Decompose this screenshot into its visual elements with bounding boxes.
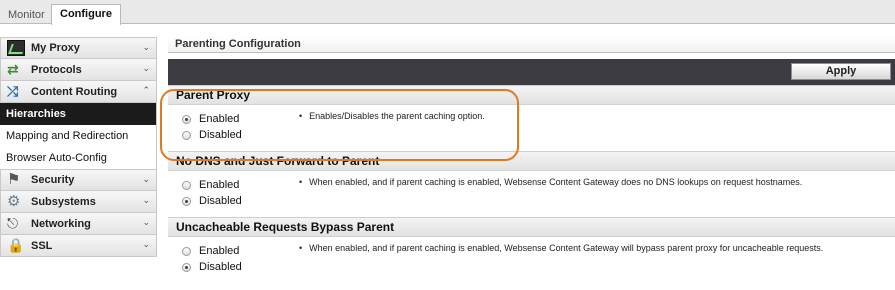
sidebar-item-hierarchies[interactable]: Hierarchies bbox=[0, 103, 157, 125]
routing-arrows-icon: ⤮ bbox=[7, 82, 19, 99]
main-content: Parenting Configuration Apply Parent Pro… bbox=[168, 37, 895, 290]
radio-label: Enabled bbox=[199, 245, 240, 257]
radio-button[interactable] bbox=[182, 180, 191, 190]
section-uncacheable-bypass: Enabled Disabled When enabled, and if pa… bbox=[168, 237, 895, 283]
section-no-dns: Enabled Disabled When enabled, and if pa… bbox=[168, 171, 895, 217]
sidebar-item-label: SSL bbox=[31, 239, 53, 252]
radio-button-selected[interactable] bbox=[182, 114, 191, 124]
section-heading-parent-proxy: Parent Proxy bbox=[168, 85, 895, 105]
sidebar-item-label: My Proxy bbox=[31, 42, 80, 54]
radio-button[interactable] bbox=[182, 246, 191, 256]
radio-label: Disabled bbox=[199, 261, 242, 273]
sidebar-item-ssl[interactable]: 🔒 SSL ⌄ bbox=[0, 235, 157, 257]
chevron-down-icon: ⌄ bbox=[142, 195, 150, 205]
radio-label: Disabled bbox=[199, 195, 242, 207]
sidebar-item-mapping-redirection[interactable]: Mapping and Redirection bbox=[0, 125, 157, 147]
apply-bar: Apply bbox=[168, 59, 895, 85]
chevron-down-icon: ⌄ bbox=[142, 63, 150, 73]
chevron-down-icon: ⌄ bbox=[142, 42, 150, 52]
radio-button-selected[interactable] bbox=[182, 196, 191, 206]
radio-label: Enabled bbox=[199, 179, 240, 191]
sidebar-item-label: Networking bbox=[31, 217, 91, 230]
sidebar-item-protocols[interactable]: ⇄ Protocols ⌄ bbox=[0, 59, 157, 81]
sidebar-item-label: Security bbox=[31, 174, 75, 186]
option-description: Enables/Disables the parent caching opti… bbox=[299, 111, 485, 121]
radio-label: Disabled bbox=[199, 129, 242, 141]
radio-option-enabled[interactable]: Enabled bbox=[182, 179, 239, 191]
radio-option-enabled[interactable]: Enabled bbox=[182, 113, 239, 125]
sidebar-item-networking[interactable]: ⎋ Networking ⌄ bbox=[0, 213, 157, 235]
exchange-arrows-icon: ⇄ bbox=[7, 60, 19, 77]
gear-icon: ⚙ bbox=[7, 192, 21, 210]
monitor-chart-icon bbox=[7, 40, 25, 56]
security-users-icon: ⚑ bbox=[7, 171, 21, 188]
lock-icon: 🔒 bbox=[7, 236, 25, 253]
section-heading-no-dns: No DNS and Just Forward to Parent bbox=[168, 151, 895, 171]
sidebar-item-label: Content Routing bbox=[31, 85, 118, 98]
sidebar-item-security[interactable]: ⚑ Security ⌄ bbox=[0, 169, 157, 191]
radio-button[interactable] bbox=[182, 130, 191, 140]
sidebar-item-my-proxy[interactable]: My Proxy ⌄ bbox=[0, 37, 157, 59]
sidebar-item-browser-auto-config[interactable]: Browser Auto-Config bbox=[0, 147, 157, 169]
page-title: Parenting Configuration bbox=[168, 37, 895, 53]
sidebar-item-subsystems[interactable]: ⚙ Subsystems ⌄ bbox=[0, 191, 157, 213]
section-parent-proxy: Enabled Disabled Enables/Disables the pa… bbox=[168, 105, 895, 151]
tab-configure[interactable]: Configure bbox=[51, 4, 121, 25]
radio-option-disabled[interactable]: Disabled bbox=[182, 195, 242, 207]
section-heading-uncacheable-bypass: Uncacheable Requests Bypass Parent bbox=[168, 217, 895, 237]
tab-monitor[interactable]: Monitor bbox=[2, 6, 51, 25]
chevron-down-icon: ⌄ bbox=[142, 174, 150, 184]
radio-label: Enabled bbox=[199, 113, 240, 125]
network-icon: ⎋ bbox=[7, 214, 19, 231]
radio-option-disabled[interactable]: Disabled bbox=[182, 129, 242, 141]
sidebar-item-label: Subsystems bbox=[31, 195, 96, 208]
chevron-down-icon: ⌄ bbox=[142, 217, 150, 227]
radio-option-disabled[interactable]: Disabled bbox=[182, 261, 242, 273]
sidebar-item-content-routing[interactable]: ⤮ Content Routing ⌃ bbox=[0, 81, 157, 103]
radio-button-selected[interactable] bbox=[182, 262, 191, 272]
radio-option-enabled[interactable]: Enabled bbox=[182, 245, 239, 257]
sidebar: My Proxy ⌄ ⇄ Protocols ⌄ ⤮ Content Routi… bbox=[0, 37, 157, 290]
top-tab-bar: Monitor Configure bbox=[0, 0, 895, 25]
option-description: When enabled, and if parent caching is e… bbox=[299, 243, 823, 253]
chevron-up-icon: ⌃ bbox=[142, 85, 150, 95]
sidebar-item-label: Protocols bbox=[31, 63, 82, 76]
apply-button[interactable]: Apply bbox=[791, 63, 891, 80]
option-description: When enabled, and if parent caching is e… bbox=[299, 177, 802, 187]
chevron-down-icon: ⌄ bbox=[142, 239, 150, 249]
